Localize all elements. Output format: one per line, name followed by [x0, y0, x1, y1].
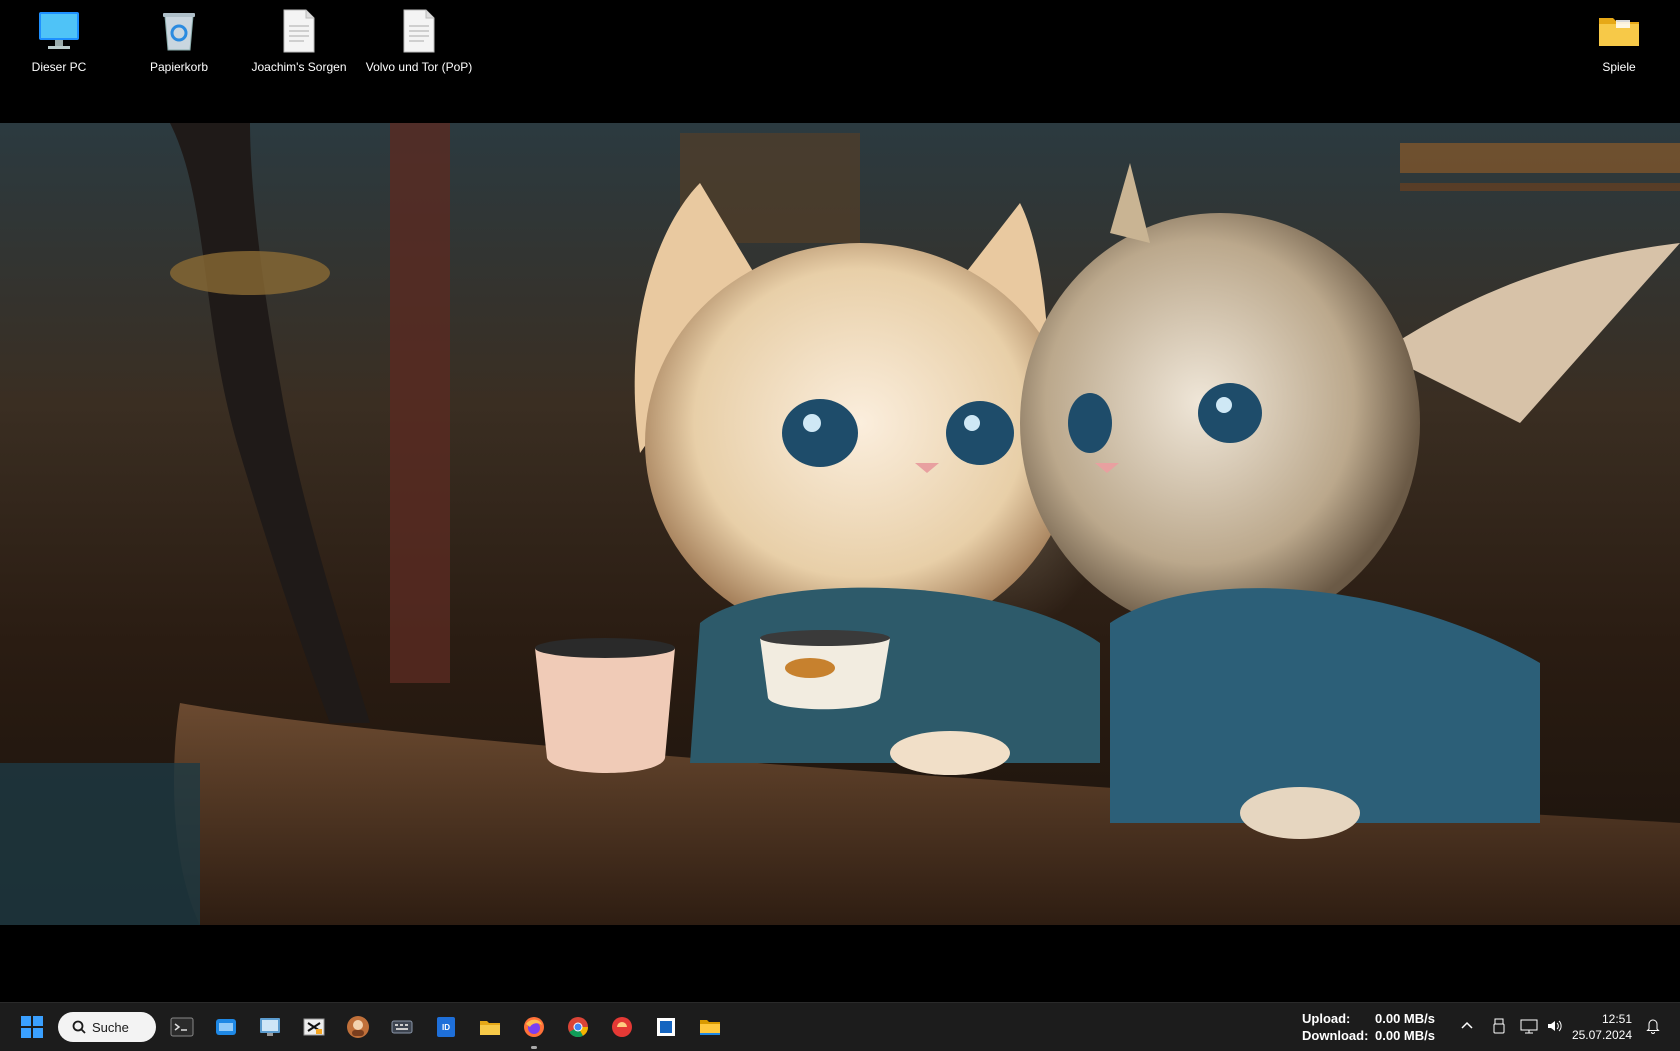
- chrome-icon: [568, 1017, 589, 1038]
- monitor-icon: [39, 12, 79, 49]
- remote-desktop-icon: [260, 1018, 280, 1036]
- notification-button[interactable]: [1643, 1016, 1663, 1036]
- taskbar-app-folder[interactable]: [692, 1009, 728, 1045]
- taskbar-app-remote-desktop[interactable]: [252, 1009, 288, 1045]
- desktop-icon-label: Papierkorb: [149, 60, 209, 74]
- taskbar-app-keyboard[interactable]: [384, 1009, 420, 1045]
- text-document-icon: [403, 9, 435, 53]
- folder-icon: [700, 1020, 720, 1035]
- desktop-icon-spiele[interactable]: Spiele: [1564, 8, 1674, 74]
- speaker-icon: [1548, 1020, 1562, 1032]
- taskbar-app-file-explorer[interactable]: [472, 1009, 508, 1045]
- upload-label: Upload:: [1302, 1011, 1351, 1026]
- taskbar-app-firefox[interactable]: [516, 1009, 552, 1049]
- taskbar-app-tool[interactable]: [296, 1009, 332, 1045]
- clock-date: 25.07.2024: [1571, 1028, 1632, 1042]
- keyboard-icon: [391, 1020, 413, 1034]
- clock-time: 12:51: [1601, 1012, 1632, 1026]
- search-icon: [72, 1020, 86, 1034]
- wallpaper-illustration: [0, 123, 1680, 925]
- chevron-up-icon: [1461, 1021, 1473, 1029]
- tray-volume-button[interactable]: [1545, 1016, 1565, 1036]
- recycle-bin-icon: [163, 13, 195, 51]
- taskbar: Suche ID Upload: 0.00 MB/s Download: 0.0…: [0, 1002, 1680, 1051]
- download-label: Download:: [1302, 1028, 1369, 1043]
- tray-network-button[interactable]: [1519, 1016, 1539, 1036]
- tool-icon: [303, 1018, 325, 1036]
- start-button[interactable]: [14, 1009, 50, 1045]
- file-explorer-icon: [480, 1021, 500, 1035]
- bell-icon: [1646, 1019, 1660, 1034]
- folder-icon: [1599, 18, 1639, 46]
- taskbar-app-avatar[interactable]: [340, 1009, 376, 1045]
- windows-logo-icon: [21, 1016, 43, 1038]
- search-box[interactable]: Suche: [58, 1012, 156, 1042]
- taskbar-app-window-2[interactable]: [648, 1009, 684, 1045]
- desktop-icon-papierkorb[interactable]: Papierkorb: [124, 8, 234, 74]
- svg-text:ID: ID: [442, 1023, 450, 1032]
- terminal-icon: [170, 1017, 194, 1037]
- id-app-icon: ID: [437, 1017, 455, 1037]
- active-indicator: [531, 1046, 537, 1049]
- clock[interactable]: 12:51 25.07.2024: [1572, 1011, 1632, 1043]
- tray-usb-button[interactable]: [1489, 1016, 1509, 1036]
- red-circle-app-icon: [612, 1017, 632, 1037]
- window-app-icon: [657, 1018, 675, 1036]
- taskbar-app-terminal[interactable]: [164, 1009, 200, 1045]
- desktop-icon-label: Spiele: [1602, 60, 1636, 74]
- desktop-icon-joachims-sorgen[interactable]: Joachim's Sorgen: [244, 8, 354, 74]
- taskbar-app-chrome[interactable]: [560, 1009, 596, 1045]
- desktop-icon-label: Volvo und Tor (PoP): [365, 60, 473, 74]
- search-label: Suche: [92, 1019, 129, 1035]
- taskbar-app-red-circle[interactable]: [604, 1009, 640, 1045]
- desktop-icon-dieser-pc[interactable]: Dieser PC: [4, 8, 114, 74]
- download-value: 0.00 MB/s: [1375, 1028, 1435, 1043]
- taskbar-app-id[interactable]: ID: [428, 1009, 464, 1045]
- desktop-icon-label: Dieser PC: [31, 60, 87, 74]
- app-window-icon: [216, 1019, 236, 1035]
- desktop-icon-label: Joachim's Sorgen: [251, 60, 347, 74]
- upload-value: 0.00 MB/s: [1375, 1011, 1435, 1026]
- usb-drive-icon: [1493, 1018, 1505, 1034]
- avatar-app-icon: [347, 1016, 369, 1038]
- desktop-wallpaper: [0, 123, 1680, 925]
- text-document-icon: [283, 9, 315, 53]
- tray-overflow-button[interactable]: [1457, 1016, 1477, 1036]
- taskbar-app-window[interactable]: [208, 1009, 244, 1045]
- desktop-icon-volvo-und-tor[interactable]: Volvo und Tor (PoP): [364, 8, 474, 74]
- network-icon: [1520, 1019, 1538, 1034]
- firefox-icon: [524, 1017, 544, 1037]
